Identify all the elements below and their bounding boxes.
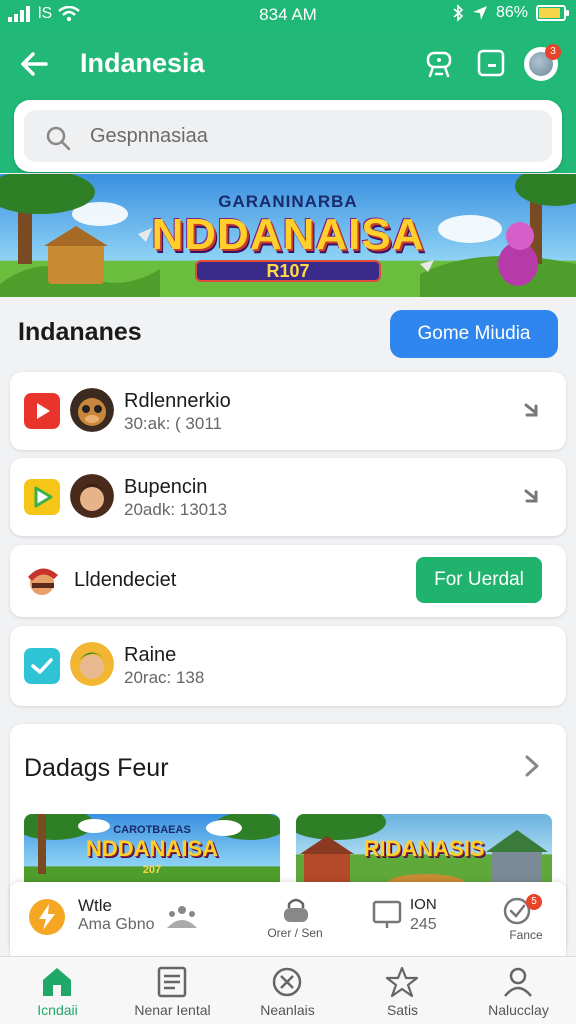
bookmark-icon[interactable] (474, 46, 508, 80)
search-icon (46, 126, 71, 151)
page-title: Indanesia (80, 48, 205, 78)
nav-label: Icndaii (37, 1002, 78, 1018)
profile-avatar[interactable]: 3 (524, 44, 561, 81)
quick-card-3[interactable]: ION 245 (366, 882, 466, 954)
lightning-icon (29, 899, 65, 935)
chevron-right-icon[interactable] (522, 754, 542, 778)
character-icon (28, 568, 58, 595)
bottom-navigation: Icndaii Nenar Iental Neanlais Satis Nalu… (0, 956, 576, 1024)
chevron-right-icon[interactable] (520, 399, 544, 423)
quick-card-4[interactable]: 5 Fance (486, 882, 566, 954)
thumbnail-kicker: CAROTBAEAS (113, 824, 191, 836)
status-bar: lS 834 AM 86% (0, 0, 576, 30)
monkey-avatar (70, 388, 114, 432)
person-avatar (70, 474, 114, 518)
close-circle-icon (272, 967, 302, 997)
item-meta: 20adk: 13013 (124, 500, 228, 519)
quick-card-label: Fance (509, 928, 543, 942)
item-name: Lldendeciet (74, 569, 177, 591)
quick-card-2[interactable]: Orer / Sen (240, 882, 350, 954)
list-item[interactable]: Bupencin 20adk: 13013 (10, 458, 566, 536)
nav-label: Nenar Iental (134, 1002, 211, 1018)
play-app-icon (24, 393, 60, 429)
check-app-icon (24, 648, 60, 684)
home-icon (43, 968, 71, 996)
item-name: Bupencin (124, 476, 208, 498)
item-action-button[interactable]: For Uerdal (416, 557, 542, 603)
item-name: Raine (124, 644, 177, 666)
promo-banner[interactable]: GARANINARBA NDDANAISA R107 (0, 174, 576, 297)
search-bar[interactable]: Gespnnasiaa (14, 100, 562, 172)
nav-home[interactable]: Icndaii (0, 957, 115, 1024)
quick-card-title: Wtle (78, 896, 112, 915)
location-icon (472, 6, 487, 20)
banner-ribbon: R107 (195, 260, 381, 282)
thumbnail-headline: NDDANAISA (86, 836, 218, 861)
battery-percent: 86% (495, 4, 528, 21)
nav-profile[interactable]: Nalucclay (461, 957, 576, 1024)
play-app-icon (24, 479, 60, 515)
section-title: Indananes (18, 318, 142, 346)
bluetooth-icon (453, 4, 464, 22)
quick-card-badge: 5 (526, 894, 542, 910)
thumbnail-subtitle: 207 (142, 864, 162, 876)
nav-list[interactable]: Nenar Iental (115, 957, 230, 1024)
battery-icon (536, 5, 569, 21)
featured-title: Dadags Feur (24, 754, 169, 782)
nav-label: Satis (386, 1002, 419, 1018)
chevron-right-icon[interactable] (520, 485, 544, 509)
back-arrow-icon[interactable] (16, 46, 52, 82)
quick-card-title: ION (410, 896, 437, 913)
nav-close[interactable]: Neanlais (230, 957, 345, 1024)
people-icon (167, 906, 197, 928)
notification-badge: 3 (545, 44, 561, 60)
banner-kicker: GARANINARBA (218, 192, 358, 211)
person-icon (504, 967, 532, 997)
list-item[interactable]: Raine 20rac: 138 (10, 626, 566, 706)
display-icon (372, 900, 402, 928)
quick-card-subtitle: Ama Gbno (78, 916, 155, 933)
battery-fill (539, 8, 560, 18)
thumbnail-headline: RIDANASIS (363, 836, 485, 861)
person-avatar (70, 642, 114, 686)
search-placeholder: Gespnnasiaa (90, 125, 208, 147)
lock-icon (284, 898, 308, 922)
section-action-button[interactable]: Gome Miudia (390, 310, 558, 358)
item-name: Rdlennerkio (124, 390, 231, 412)
nav-favorites[interactable]: Satis (345, 957, 460, 1024)
list-item[interactable]: Lldendeciet For Uerdal (10, 545, 566, 617)
quick-actions-strip: Wtle Ama Gbno Orer / Sen ION 245 5 Fance (10, 882, 566, 954)
item-meta: 30:ak: ( 3011 (124, 414, 222, 433)
list-icon (157, 966, 187, 998)
item-meta: 20rac: 138 (124, 668, 205, 687)
list-item[interactable]: Rdlennerkio 30:ak: ( 3011 (10, 372, 566, 450)
nav-label: Nalucclay (488, 1002, 549, 1018)
search-input[interactable]: Gespnnasiaa (24, 110, 552, 162)
nav-label: Neanlais (260, 1002, 315, 1018)
quick-card-1[interactable]: Wtle Ama Gbno (10, 882, 220, 954)
banner-headline: NDDANAISA (151, 210, 425, 259)
quick-card-value: 245 (410, 916, 437, 933)
quick-card-label: Orer / Sen (267, 926, 323, 940)
status-right: 86% (452, 4, 569, 22)
gamepad-icon[interactable] (422, 46, 456, 80)
star-icon (385, 966, 419, 998)
